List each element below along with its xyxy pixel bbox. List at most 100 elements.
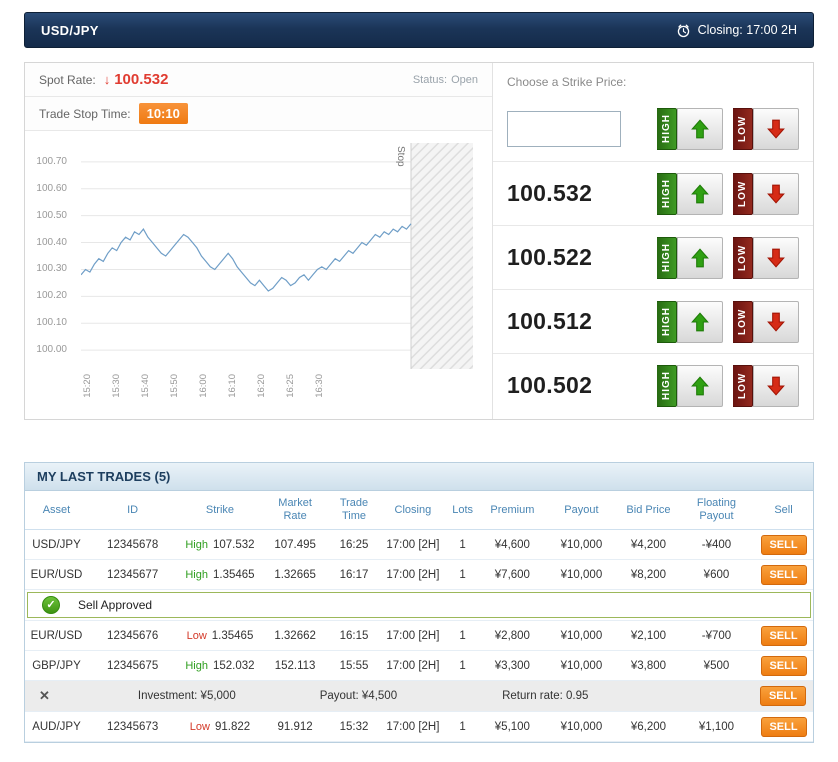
low-button[interactable]: LOW [733, 108, 799, 150]
close-icon[interactable]: ✕ [39, 688, 50, 704]
strike-value: 91.822 [214, 720, 251, 733]
strike-row: 100.512 HIGH LOW [493, 289, 813, 353]
cell-bid-price: ¥2,100 [617, 620, 679, 651]
sell-button[interactable]: SELL [760, 686, 806, 706]
high-button[interactable]: HIGH [657, 236, 723, 279]
choose-strike-title: Choose a Strike Price: [507, 75, 627, 89]
cell-closing: 17:00 [2H] [380, 620, 446, 651]
cell-premium: ¥7,600 [479, 559, 545, 590]
cell-bid-price: ¥6,200 [617, 711, 679, 742]
col-strike: Strike [177, 491, 263, 530]
cell-id: 12345677 [87, 559, 178, 590]
cell-floating-payout: ¥1,100 [678, 711, 755, 742]
strike-price: 100.512 [507, 308, 593, 334]
cell-floating-payout: ¥500 [678, 650, 755, 681]
direction-label: High [185, 659, 208, 672]
high-label: HIGH [657, 364, 677, 407]
strike-value: 1.35465 [212, 568, 255, 581]
sell-approved-message: ✓ Sell Approved [27, 592, 811, 618]
trade-row: EUR/USD 12345677 High 1.35465 1.32665 16:… [25, 559, 813, 590]
chart-canvas [80, 143, 473, 369]
low-button[interactable]: LOW [733, 236, 799, 279]
low-button[interactable]: LOW [733, 172, 799, 215]
low-button[interactable]: LOW [733, 364, 799, 407]
col-asset: Asset [25, 491, 88, 530]
cell-trade-time: 16:25 [327, 529, 381, 560]
sell-button[interactable]: SELL [760, 655, 807, 676]
closing-time: Closing: 17:00 2H [676, 23, 797, 38]
spot-rate-value: 100.532 [114, 71, 169, 88]
direction-label: High [185, 568, 208, 581]
high-label: HIGH [657, 236, 677, 279]
arrow-down-icon [753, 172, 799, 215]
low-label: LOW [733, 364, 753, 407]
cell-strike: High 152.032 [177, 650, 263, 681]
cell-market-rate: 1.32662 [262, 620, 328, 651]
strike-value: 107.532 [212, 538, 255, 551]
cell-market-rate: 152.113 [262, 650, 328, 681]
arrow-up-icon [677, 172, 723, 215]
trade-stop-row: Trade Stop Time: 10:10 [25, 97, 492, 131]
trade-detail-row: ✕ Investment: ¥5,000 Payout: ¥4,500 Retu… [25, 680, 813, 712]
arrow-up-icon [677, 236, 723, 279]
trading-page: USD/JPY Closing: 17:00 2H Spot Rate: ↓ 1… [0, 0, 838, 755]
cell-payout: ¥10,000 [544, 711, 618, 742]
arrow-down-icon [753, 364, 799, 407]
direction-label: Low [186, 629, 207, 642]
chart-x-axis: 15:20 15:30 15:40 15:50 16:00 16:10 16:20 16:25… [82, 374, 325, 398]
strike-price: 100.532 [507, 180, 593, 206]
strike-value: 152.032 [212, 659, 255, 672]
cell-asset: USD/JPY [25, 529, 88, 560]
arrow-down-icon [753, 300, 799, 343]
cell-lots: 1 [445, 711, 480, 742]
instrument-header: USD/JPY Closing: 17:00 2H [24, 12, 814, 48]
low-button[interactable]: LOW [733, 300, 799, 343]
col-closing: Closing [380, 491, 446, 530]
trade-row: USD/JPY 12345678 High 107.532 107.495 16:… [25, 529, 813, 560]
low-label: LOW [733, 236, 753, 279]
last-trades-title: MY LAST TRADES (5) [25, 463, 813, 491]
strike-row: 100.522 HIGH LOW [493, 225, 813, 289]
cell-bid-price: ¥8,200 [617, 559, 679, 590]
cell-id: 12345678 [87, 529, 178, 560]
strike-price-input[interactable] [507, 111, 621, 147]
cell-payout: ¥10,000 [544, 650, 618, 681]
sell-button[interactable]: SELL [760, 716, 807, 737]
cell-asset: EUR/USD [25, 620, 88, 651]
spot-rate-row: Spot Rate: ↓ 100.532 Status: Open [25, 63, 492, 97]
sell-button[interactable]: SELL [760, 625, 807, 646]
chart-y-axis: 100.70 100.60 100.50 100.40 100.30 100.20 100.… [36, 155, 67, 356]
arrow-up-icon [677, 364, 723, 407]
cell-payout: ¥10,000 [544, 559, 618, 590]
market-status: Status: Open [413, 74, 478, 86]
trade-row: AUD/JPY 12345673 Low 91.822 91.912 15:32 … [25, 711, 813, 742]
cell-trade-time: 16:17 [327, 559, 381, 590]
cell-floating-payout: ¥600 [678, 559, 755, 590]
cell-id: 12345673 [87, 711, 178, 742]
instrument-pair: USD/JPY [41, 22, 99, 38]
col-sell: Sell [754, 491, 813, 530]
market-column: Spot Rate: ↓ 100.532 Status: Open Trade S… [25, 63, 493, 419]
high-button[interactable]: HIGH [657, 300, 723, 343]
strike-column: Choose a Strike Price: HIGH LOW 100.532 … [493, 63, 813, 419]
cell-trade-time: 15:55 [327, 650, 381, 681]
col-bid-price: Bid Price [617, 491, 679, 530]
high-label: HIGH [657, 172, 677, 215]
last-trades-panel: MY LAST TRADES (5) Asset ID Strike Marke… [24, 462, 814, 743]
high-button[interactable]: HIGH [657, 108, 723, 150]
cell-closing: 17:00 [2H] [380, 559, 446, 590]
cell-id: 12345676 [87, 620, 178, 651]
cell-market-rate: 107.495 [262, 529, 328, 560]
alarm-clock-icon [677, 24, 689, 37]
sell-button[interactable]: SELL [760, 564, 807, 585]
detail-investment: Investment: ¥5,000 [137, 690, 236, 702]
strike-row: 100.532 HIGH LOW [493, 161, 813, 225]
sell-button[interactable]: SELL [760, 534, 807, 555]
high-button[interactable]: HIGH [657, 172, 723, 215]
detail-return-rate: Return rate: 0.95 [502, 690, 589, 702]
cell-market-rate: 1.32665 [262, 559, 328, 590]
high-button[interactable]: HIGH [657, 364, 723, 407]
chart-plot-area: Stop [80, 143, 473, 369]
cell-lots: 1 [445, 559, 480, 590]
cell-premium: ¥4,600 [479, 529, 545, 560]
